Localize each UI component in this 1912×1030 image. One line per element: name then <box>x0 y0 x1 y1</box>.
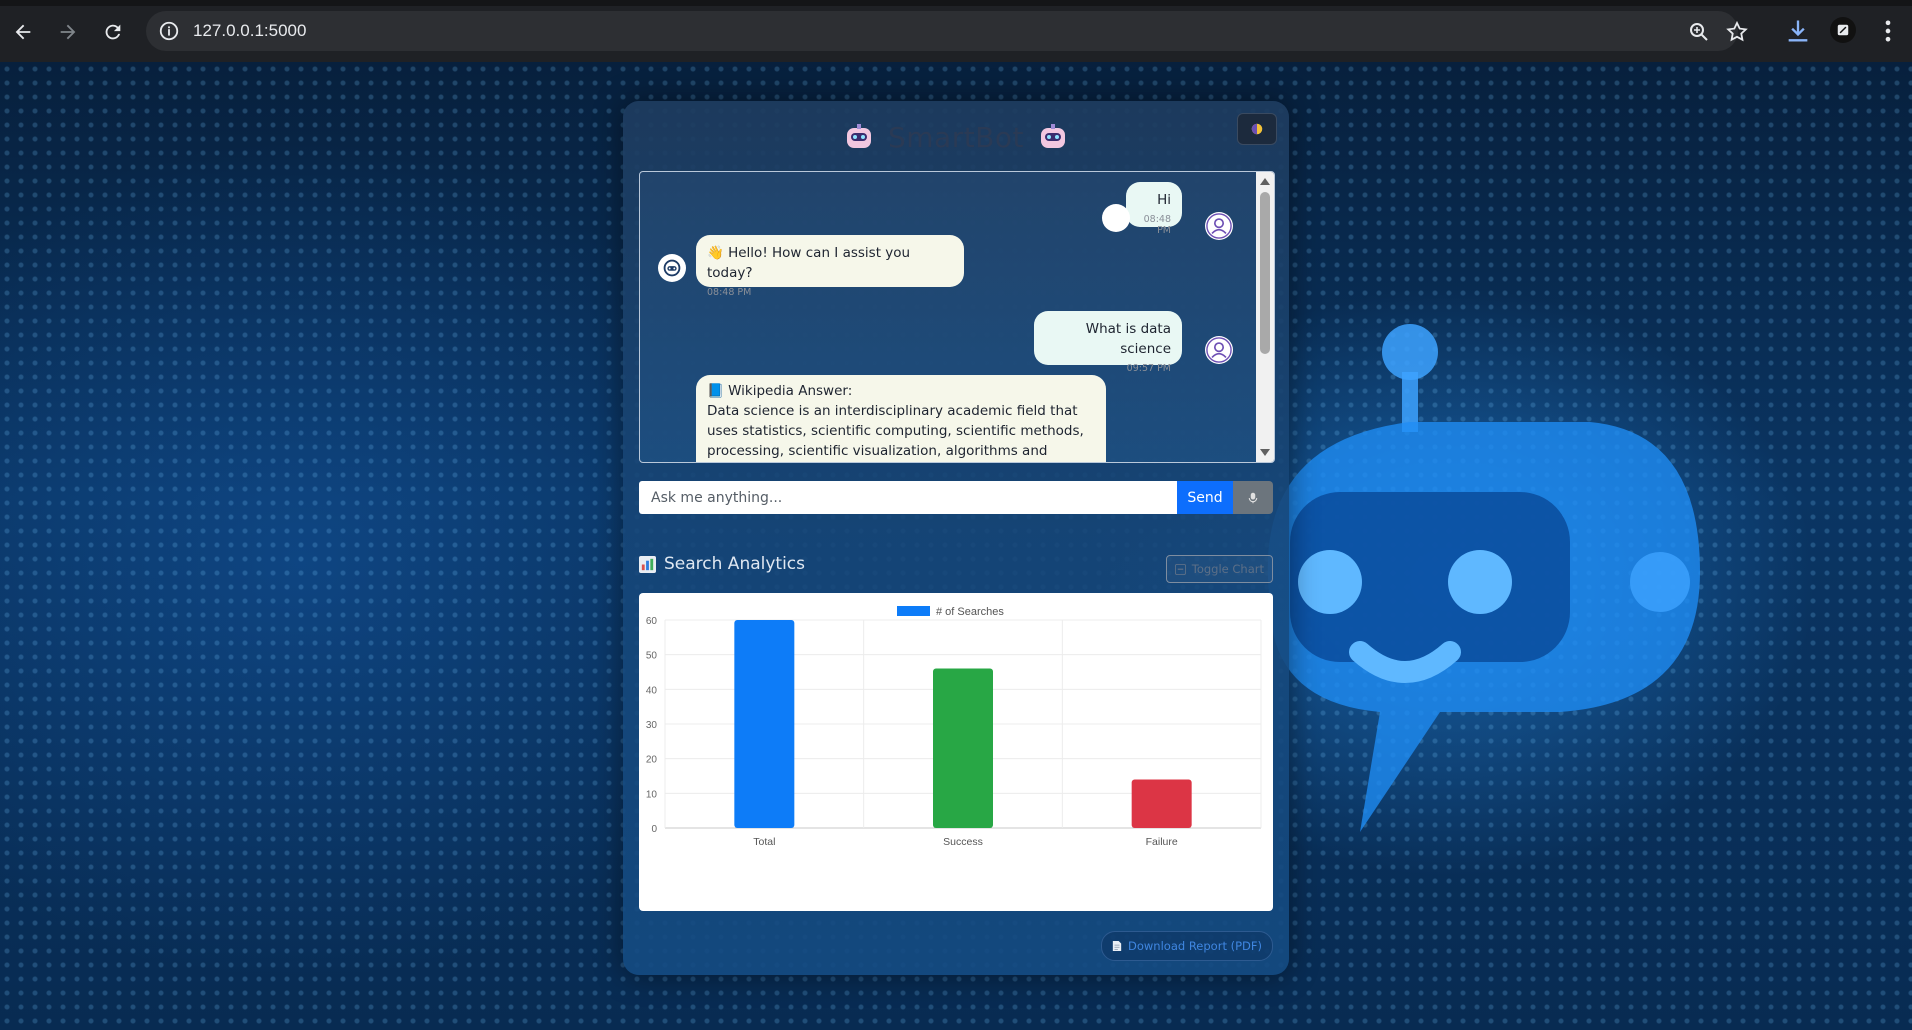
bar-chart-icon <box>639 555 656 573</box>
legend-label: # of Searches <box>936 606 1004 618</box>
scrollbar-thumb[interactable] <box>1260 192 1270 354</box>
analytics-header: Search Analytics Toggle Chart <box>639 551 1273 583</box>
zoom-icon[interactable] <box>1687 20 1711 44</box>
robot-emoji-icon <box>846 124 871 148</box>
message-time: 08:48 PM <box>707 287 752 298</box>
y-tick-label: 60 <box>646 616 658 627</box>
y-tick-label: 50 <box>646 651 658 662</box>
chatbot-app-card: SmartBot Hi 08:48 PM 👋 Hello! How can I … <box>623 101 1289 975</box>
user-message: Hi 08:48 PM <box>1126 182 1182 236</box>
chart-svg: 0 10 20 30 40 50 60 Total Success Failure # of Sea… <box>646 606 1262 848</box>
theme-toggle-button[interactable] <box>1237 113 1277 145</box>
message-time: 09:57 PM <box>1126 363 1171 374</box>
back-button[interactable] <box>5 14 41 50</box>
download-report-label: Download Report (PDF) <box>1128 939 1262 953</box>
kebab-menu-icon[interactable] <box>1874 17 1902 45</box>
user-message: What is data science 09:57 PM <box>1034 311 1182 374</box>
chat-messages: Hi 08:48 PM 👋 Hello! How can I assist yo… <box>640 172 1254 462</box>
x-tick-label: Success <box>943 836 983 848</box>
user-avatar <box>1205 336 1233 364</box>
user-avatar-icon <box>1206 213 1232 239</box>
message-text: 📘 Wikipedia Answer: <box>707 383 853 399</box>
chart-toggle-icon <box>1174 563 1186 575</box>
y-tick-label: 20 <box>646 755 658 766</box>
chat-input-row: Send <box>639 481 1273 514</box>
bar-total <box>734 620 795 828</box>
scroll-up-arrow-icon[interactable] <box>1260 178 1270 185</box>
message-text: What is data science <box>1085 321 1171 357</box>
document-icon <box>1112 941 1122 951</box>
y-tick-label: 10 <box>646 789 658 800</box>
analytics-title: Search Analytics <box>639 554 805 574</box>
bar-success <box>933 668 993 828</box>
download-report-button[interactable]: Download Report (PDF) <box>1101 931 1273 961</box>
tab-strip <box>0 0 1912 6</box>
x-tick-label: Total <box>753 836 775 848</box>
message-text: uses statistics, scientific computing, s… <box>707 423 1084 439</box>
message-text: 👋 Hello! How can I assist you today? <box>707 245 911 281</box>
robot-emoji-icon <box>1041 124 1065 148</box>
message-text: Hi <box>1157 192 1171 208</box>
half-moon-icon <box>1251 123 1263 135</box>
browser-toolbar: 127.0.0.1:5000 <box>0 0 1912 63</box>
y-tick-label: 0 <box>651 824 657 835</box>
toggle-chart-button[interactable]: Toggle Chart <box>1165 555 1273 583</box>
bot-avatar <box>658 254 686 282</box>
chat-scrollbar[interactable] <box>1256 172 1274 462</box>
url-text: 127.0.0.1:5000 <box>193 21 307 40</box>
message-time: 08:48 PM <box>1143 214 1171 236</box>
y-tick-label: 30 <box>646 720 658 731</box>
y-tick-label: 40 <box>646 685 658 696</box>
reload-button[interactable] <box>95 14 131 50</box>
message-text: Data science is an interdisciplinary aca… <box>707 403 1078 419</box>
robot-chat-illustration <box>1267 324 1700 832</box>
analytics-title-text: Search Analytics <box>664 554 806 574</box>
arrow-right-icon <box>60 24 76 40</box>
arrow-left-icon <box>15 24 31 40</box>
site-info-icon[interactable] <box>158 20 180 42</box>
bot-avatar-icon <box>659 255 685 281</box>
toggle-chart-label: Toggle Chart <box>1191 562 1264 576</box>
chat-input[interactable] <box>639 481 1177 514</box>
legend-swatch <box>897 606 930 616</box>
voice-input-button[interactable] <box>1233 481 1273 514</box>
bot-message: 📘 Wikipedia Answer: Data science is an i… <box>696 375 1106 462</box>
address-bar[interactable]: 127.0.0.1:5000 <box>146 11 1748 51</box>
bot-message: 👋 Hello! How can I assist you today? 08:… <box>696 235 964 298</box>
microphone-icon <box>1248 492 1258 503</box>
scroll-down-arrow-icon[interactable] <box>1260 449 1270 456</box>
forward-button[interactable] <box>50 14 86 50</box>
reload-icon <box>105 24 121 40</box>
download-icon[interactable] <box>1784 17 1812 45</box>
x-tick-label: Failure <box>1146 836 1178 848</box>
chat-window[interactable]: Hi 08:48 PM 👋 Hello! How can I assist yo… <box>639 171 1275 463</box>
user-avatar-icon <box>1206 337 1232 363</box>
user-avatar <box>1205 212 1233 240</box>
user-avatar <box>1102 204 1130 232</box>
bookmark-star-icon[interactable] <box>1725 20 1749 44</box>
bar-failure <box>1131 779 1192 828</box>
send-button[interactable]: Send <box>1177 481 1233 514</box>
message-text: processing, scientific visualization, al… <box>707 443 1048 459</box>
extension-icon[interactable] <box>1830 17 1856 43</box>
search-analytics-chart: 0 10 20 30 40 50 60 Total Success Failure # of Sea… <box>639 593 1273 911</box>
app-header: SmartBot <box>623 117 1289 157</box>
app-title: SmartBot <box>887 120 1024 154</box>
